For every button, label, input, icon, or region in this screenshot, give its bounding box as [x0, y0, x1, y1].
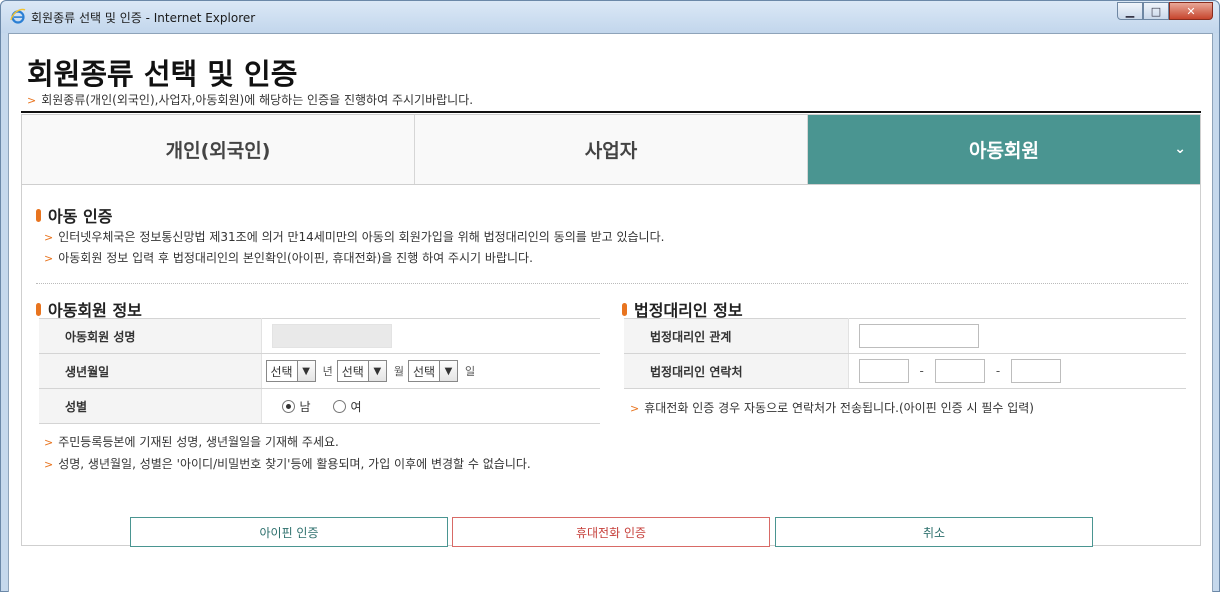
member-type-panel: 개인(외국인) 사업자 아동회원 ⌄ 아동 인증 > 인터넷우체국은 정보통신망법 … — [21, 114, 1201, 547]
tab-business[interactable]: 사업자 — [415, 115, 808, 184]
note-text: 성명, 생년월일, 성별은 '아이디/비밀번호 찾기'등에 활용되며, 가입 이… — [58, 457, 531, 471]
auth-note: > 아동회원 정보 입력 후 법정대리인의 본인확인(아이핀, 휴대전화)을 진행… — [44, 249, 533, 266]
table-row: 법정대리인 관계 — [624, 318, 1186, 354]
year-unit: 년 — [322, 365, 333, 378]
child-name-label: 아동회원 성명 — [39, 318, 262, 354]
birth-month-select[interactable]: 선택 ▼ — [336, 360, 387, 382]
auth-note: > 인터넷우체국은 정보통신망법 제31조에 의거 만14세미만의 아동의 회원가… — [44, 228, 664, 245]
contact-separator: - — [919, 364, 924, 378]
month-unit: 월 — [393, 365, 404, 378]
arrow-icon: > — [27, 94, 37, 107]
tab-label: 사업자 — [584, 140, 638, 162]
page-description-text: 회원종류(개인(외국인),사업자,아동회원)에 해당하는 인증을 진행하여 주시… — [41, 93, 474, 107]
table-row: 아동회원 성명 — [39, 318, 600, 354]
note-text: 주민등록등본에 기재된 성명, 생년월일을 기재해 주세요. — [58, 435, 339, 449]
mobile-auth-button[interactable]: 휴대전화 인증 — [452, 517, 770, 547]
table-row: 성별 남여 — [39, 388, 600, 424]
close-icon: ✕ — [1186, 4, 1196, 18]
note-text: 휴대전화 인증 경우 자동으로 연락처가 전송됩니다.(아이핀 인증 시 필수 … — [644, 401, 1034, 415]
select-value: 선택 — [341, 364, 364, 379]
cancel-button[interactable]: 취소 — [775, 517, 1093, 547]
child-name-cell — [261, 318, 600, 354]
ipin-auth-button[interactable]: 아이핀 인증 — [130, 517, 448, 547]
section-divider — [36, 283, 1188, 284]
bullet-icon — [36, 302, 41, 316]
section-title-text: 아동 인증 — [48, 207, 113, 226]
page-description: > 회원종류(개인(외국인),사업자,아동회원)에 해당하는 인증을 진행하여 주… — [27, 91, 473, 108]
chevron-down-icon: ▼ — [439, 361, 458, 381]
child-auth-heading: 아동 인증 — [36, 203, 112, 227]
birth-day-select[interactable]: 선택 ▼ — [407, 360, 459, 382]
tab-individual[interactable]: 개인(외국인) — [22, 115, 415, 184]
birthdate-label: 생년월일 — [39, 353, 262, 389]
contact-separator: - — [995, 364, 1001, 378]
title-bar: 회원종류 선택 및 인증 - Internet Explorer ▁ □ ✕ — [1, 1, 1219, 33]
table-row: 법정대리인 연락처 -- — [624, 353, 1186, 389]
note-text: 인터넷우체국은 정보통신망법 제31조에 의거 만14세미만의 아동의 회원가입… — [58, 230, 665, 244]
child-name-field[interactable] — [271, 324, 392, 348]
window-title: 회원종류 선택 및 인증 - Internet Explorer — [31, 11, 256, 25]
day-unit: 일 — [465, 365, 476, 378]
gender-cell: 남여 — [261, 388, 600, 424]
minimize-icon: ▁ — [1125, 4, 1135, 18]
guardian-relation-label: 법정대리인 관계 — [624, 318, 849, 354]
arrow-icon: > — [630, 402, 640, 415]
arrow-icon: > — [44, 436, 54, 449]
maximize-button[interactable]: □ — [1143, 2, 1169, 20]
gender-label: 성별 — [39, 388, 262, 424]
child-info-note: > 성명, 생년월일, 성별은 '아이디/비밀번호 찾기'등에 활용되며, 가입 … — [44, 455, 531, 472]
chevron-down-icon: ⌄ — [1174, 141, 1186, 157]
contact-part3-input[interactable] — [1011, 359, 1062, 383]
guardian-contact-cell: -- — [848, 353, 1186, 389]
tab-label: 개인(외국인) — [165, 140, 271, 162]
guardian-relation-cell — [848, 318, 1186, 354]
tab-label: 아동회원 — [969, 140, 1039, 162]
tab-child[interactable]: 아동회원 ⌄ — [808, 115, 1200, 184]
select-value: 선택 — [270, 364, 293, 379]
child-info-note: > 주민등록등본에 기재된 성명, 생년월일을 기재해 주세요. — [44, 433, 339, 450]
gender-female-radio[interactable] — [332, 399, 346, 413]
bullet-icon — [622, 302, 627, 316]
contact-part2-input[interactable] — [934, 359, 985, 383]
chevron-down-icon: ▼ — [367, 361, 386, 381]
arrow-icon: > — [44, 252, 54, 265]
birthdate-cell: 선택 ▼ 년 선택 ▼ 월 선택 ▼ 일 — [261, 353, 600, 389]
guardian-relation-input[interactable] — [858, 324, 979, 348]
guardian-info-table: 법정대리인 관계 법정대리인 연락처 -- — [624, 318, 1186, 389]
birth-year-select[interactable]: 선택 ▼ — [265, 360, 316, 382]
note-text: 아동회원 정보 입력 후 법정대리인의 본인확인(아이핀, 휴대전화)을 진행 … — [58, 251, 533, 265]
guardian-note: > 휴대전화 인증 경우 자동으로 연락처가 전송됩니다.(아이핀 인증 시 필수… — [630, 399, 1034, 416]
header-divider — [21, 111, 1201, 113]
internet-explorer-icon — [10, 8, 26, 24]
maximize-icon: □ — [1150, 4, 1162, 18]
page-content: 회원종류 선택 및 인증 > 회원종류(개인(외국인),사업자,아동회원)에 해당… — [8, 33, 1213, 592]
contact-part1-input[interactable] — [858, 359, 909, 383]
child-info-table: 아동회원 성명 생년월일 선택 ▼ 년 선택 ▼ 월 선택 ▼ 일 성별 남여 — [39, 318, 600, 424]
close-window-button[interactable]: ✕ — [1169, 2, 1213, 20]
guardian-contact-label: 법정대리인 연락처 — [624, 353, 849, 389]
gender-female-label: 여 — [350, 399, 362, 414]
arrow-icon: > — [44, 231, 54, 244]
member-type-tabs: 개인(외국인) 사업자 아동회원 ⌄ — [22, 115, 1200, 185]
gender-male-radio[interactable] — [281, 399, 295, 413]
arrow-icon: > — [44, 458, 54, 471]
page-title: 회원종류 선택 및 인증 — [27, 57, 298, 91]
table-row: 생년월일 선택 ▼ 년 선택 ▼ 월 선택 ▼ 일 — [39, 353, 600, 389]
select-value: 선택 — [412, 364, 436, 379]
minimize-button[interactable]: ▁ — [1117, 2, 1143, 20]
bullet-icon — [36, 208, 41, 222]
gender-male-label: 남 — [299, 399, 311, 414]
chevron-down-icon: ▼ — [296, 361, 315, 381]
browser-window: 회원종류 선택 및 인증 - Internet Explorer ▁ □ ✕ 회… — [0, 0, 1220, 592]
window-controls: ▁ □ ✕ — [1117, 2, 1213, 20]
